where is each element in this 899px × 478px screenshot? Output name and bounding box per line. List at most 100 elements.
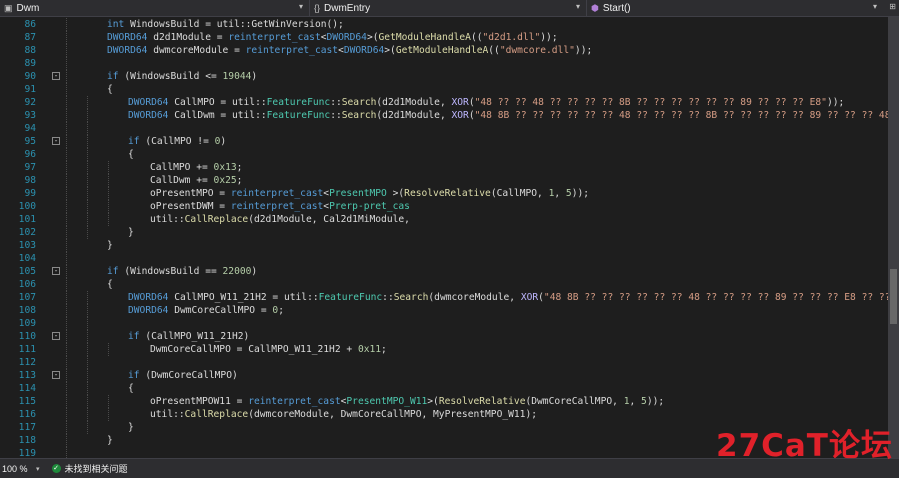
function-dropdown[interactable]: ⬢ Start() ▾ ⊞ xyxy=(587,0,899,16)
code-line[interactable]: 114 { xyxy=(0,381,888,395)
code-line[interactable]: 104 xyxy=(0,251,888,265)
code-line[interactable]: 91 { xyxy=(0,82,888,96)
code-line[interactable]: 116 util::CallReplace(dwmcoreModule, DwmC… xyxy=(0,407,888,421)
code-text[interactable]: int WindowsBuild = util::GetWinVersion()… xyxy=(107,18,344,31)
indent-guide xyxy=(66,199,67,213)
code-line[interactable]: 103} xyxy=(0,238,888,252)
code-line[interactable]: 92 DWORD64 CallMPO = util::FeatureFunc::S… xyxy=(0,95,888,109)
split-view-icon[interactable]: ⊞ xyxy=(889,2,896,11)
code-text[interactable]: if (CallMPO_W11_21H2) xyxy=(128,330,249,343)
scrollbar-thumb[interactable] xyxy=(890,269,897,324)
code-editor[interactable]: 86 int WindowsBuild = util::GetWinVersion… xyxy=(0,17,888,458)
collapse-toggle-icon[interactable]: - xyxy=(52,71,60,80)
code-line[interactable]: 96 { xyxy=(0,147,888,161)
code-text[interactable]: if (WindowsBuild == 22000) xyxy=(107,265,257,278)
code-text[interactable]: if (CallMPO != 0) xyxy=(128,135,226,148)
indent-guide xyxy=(66,121,67,135)
code-text[interactable]: oPresentMPOW11 = reinterpret_cast<Presen… xyxy=(150,395,664,408)
scope-dropdown[interactable]: {} DwmEntry ▾ xyxy=(310,0,587,16)
collapse-toggle-icon[interactable]: - xyxy=(52,331,60,340)
collapse-toggle-icon[interactable]: - xyxy=(52,266,60,275)
project-dropdown[interactable]: ▣ Dwm ▾ xyxy=(0,0,310,16)
code-line[interactable]: 94 xyxy=(0,121,888,135)
code-line[interactable]: 89 xyxy=(0,56,888,70)
code-text[interactable]: if (DwmCoreCallMPO) xyxy=(128,369,238,382)
code-line[interactable]: 88 DWORD64 dwmcoreModule = reinterpret_ca… xyxy=(0,43,888,57)
code-line[interactable]: 86 int WindowsBuild = util::GetWinVersion… xyxy=(0,17,888,31)
cpp-project-icon: ▣ xyxy=(4,2,13,13)
code-token: (d2d1Module, Cal2d1MiModule, xyxy=(248,213,410,225)
code-text[interactable]: CallMPO += 0x13; xyxy=(150,161,242,174)
code-text[interactable]: { xyxy=(128,148,134,161)
code-line[interactable]: 107 DWORD64 CallMPO_W11_21H2 = util::Feat… xyxy=(0,290,888,304)
code-token: :: xyxy=(382,291,394,303)
code-text[interactable]: } xyxy=(128,421,134,434)
indent-guide xyxy=(87,160,88,174)
zoom-level[interactable]: 100 % xyxy=(2,464,36,474)
indent-guide xyxy=(108,407,109,421)
issues-status[interactable]: 未找到相关问题 xyxy=(65,462,128,475)
code-line[interactable]: 111 DwmCoreCallMPO = CallMPO_W11_21H2 + 0… xyxy=(0,342,888,356)
code-line[interactable]: 100 oPresentDWM = reinterpret_cast<Prerp-… xyxy=(0,199,888,213)
code-line[interactable]: 93 DWORD64 CallDwm = util::FeatureFunc::S… xyxy=(0,108,888,122)
code-token: "d2d1.dll" xyxy=(482,31,541,43)
code-token: >( xyxy=(427,395,439,407)
code-text[interactable]: DwmCoreCallMPO = CallMPO_W11_21H2 + 0x11… xyxy=(150,343,387,356)
code-text[interactable]: { xyxy=(128,382,134,395)
code-text[interactable]: } xyxy=(107,434,113,447)
vertical-scrollbar[interactable] xyxy=(888,17,899,458)
code-text[interactable]: DWORD64 CallMPO_W11_21H2 = util::Feature… xyxy=(128,291,888,304)
chevron-down-icon[interactable]: ▾ xyxy=(36,465,40,473)
code-line[interactable]: 90 - if (WindowsBuild <= 19044) xyxy=(0,69,888,83)
watermark-logo: 27CaT论坛 xyxy=(716,428,893,464)
collapse-toggle-icon[interactable]: - xyxy=(52,136,60,145)
code-text[interactable]: } xyxy=(128,226,134,239)
code-text[interactable]: util::CallReplace(d2d1Module, Cal2d1MiMo… xyxy=(150,213,410,226)
project-label: Dwm xyxy=(16,2,40,14)
navigation-bar: ▣ Dwm ▾ {} DwmEntry ▾ ⬢ Start() ▾ ⊞ xyxy=(0,0,899,17)
code-line[interactable]: 102} xyxy=(0,225,888,239)
code-text[interactable]: util::CallReplace(dwmcoreModule, DwmCore… xyxy=(150,408,537,421)
code-token: ) xyxy=(220,135,227,147)
code-text[interactable]: DWORD64 DwmCoreCallMPO = 0; xyxy=(128,304,284,317)
line-number: 89 xyxy=(24,57,36,69)
code-line[interactable]: 106 { xyxy=(0,277,888,291)
code-token: :: xyxy=(330,109,342,121)
code-line[interactable]: 87 DWORD64 d2d1Module = reinterpret_cast<… xyxy=(0,30,888,44)
code-line[interactable]: 99 oPresentMPO = reinterpret_cast<Present… xyxy=(0,186,888,200)
code-token: , xyxy=(629,395,642,407)
code-line[interactable]: 97 CallMPO += 0x13; xyxy=(0,160,888,174)
indent-guide xyxy=(87,186,88,200)
code-text[interactable]: DWORD64 d2d1Module = reinterpret_cast<DW… xyxy=(107,31,558,44)
code-line[interactable]: 110 - if (CallMPO_W11_21H2) xyxy=(0,329,888,343)
code-line[interactable]: 112 xyxy=(0,355,888,369)
code-token: ) xyxy=(251,265,258,277)
code-text[interactable]: CallDwm += 0x25; xyxy=(150,174,242,187)
code-text[interactable]: { xyxy=(107,83,113,96)
indent-guide xyxy=(66,43,67,57)
code-line[interactable]: 95 - if (CallMPO != 0) xyxy=(0,134,888,148)
code-text[interactable]: oPresentMPO = reinterpret_cast<PresentMP… xyxy=(150,187,589,200)
code-text[interactable]: DWORD64 CallMPO = util::FeatureFunc::Sea… xyxy=(128,96,844,109)
code-text[interactable]: oPresentDWM = reinterpret_cast<Prerp-pre… xyxy=(150,200,410,213)
collapse-toggle-icon[interactable]: - xyxy=(52,370,60,379)
code-line[interactable]: 98 CallDwm += 0x25; xyxy=(0,173,888,187)
chevron-down-icon: ▾ xyxy=(872,2,877,11)
code-line[interactable]: 105 - if (WindowsBuild == 22000) xyxy=(0,264,888,278)
code-line[interactable]: 113 - if (DwmCoreCallMPO) xyxy=(0,368,888,382)
indent-guide xyxy=(66,316,67,330)
indent-guide xyxy=(66,355,67,369)
code-token: (CallMPO, xyxy=(490,187,549,199)
indent-guide xyxy=(87,212,88,226)
code-line[interactable]: 115 oPresentMPOW11 = reinterpret_cast<Pre… xyxy=(0,394,888,408)
code-text[interactable]: { xyxy=(107,278,113,291)
code-text[interactable]: DWORD64 CallDwm = util::FeatureFunc::Sea… xyxy=(128,109,888,122)
code-line[interactable]: 101 util::CallReplace(d2d1Module, Cal2d1M… xyxy=(0,212,888,226)
code-token: reinterpret_cast xyxy=(230,187,324,199)
code-line[interactable]: 109 xyxy=(0,316,888,330)
code-text[interactable]: if (WindowsBuild <= 19044) xyxy=(107,70,257,83)
code-text[interactable]: } xyxy=(107,239,113,252)
code-text[interactable]: DWORD64 dwmcoreModule = reinterpret_cast… xyxy=(107,44,592,57)
code-line[interactable]: 108 DWORD64 DwmCoreCallMPO = 0; xyxy=(0,303,888,317)
code-token: DwmCoreCallMPO = xyxy=(174,304,273,316)
